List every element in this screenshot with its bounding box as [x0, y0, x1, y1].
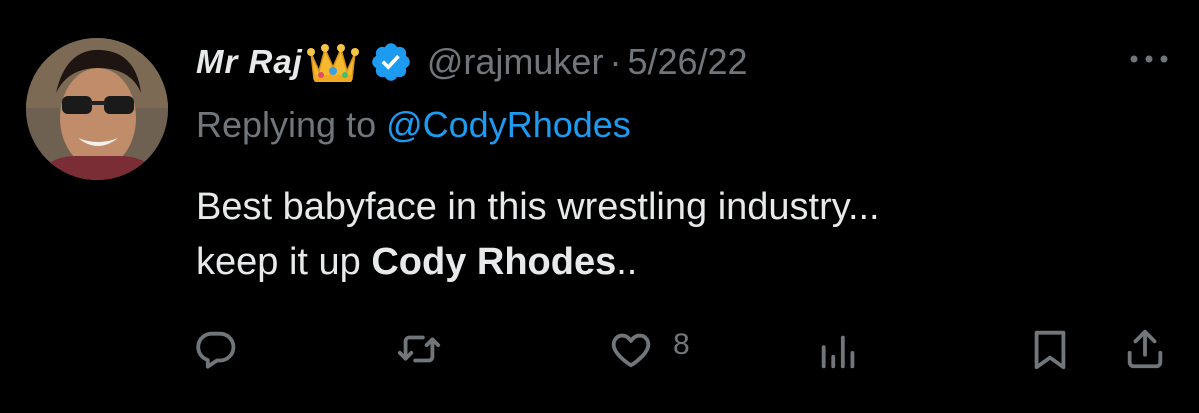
more-options-button[interactable]: [1124, 44, 1174, 74]
replying-to-label: Replying to: [196, 104, 387, 145]
author-handle[interactable]: @rajmuker: [427, 41, 604, 83]
more-icon: [1130, 55, 1168, 63]
heart-icon[interactable]: [608, 326, 654, 372]
avatar-photo: [26, 38, 168, 180]
like-count: 8: [673, 328, 690, 361]
retweet-icon[interactable]: [396, 326, 442, 372]
analytics-icon[interactable]: [816, 328, 862, 374]
separator-dot: ·: [609, 41, 622, 82]
tweet-text-line-2-suffix: ..: [616, 241, 638, 283]
share-icon[interactable]: [1122, 326, 1168, 372]
tweet-text-line-1: Best babyface in this wrestling industry…: [196, 186, 880, 228]
tweet-text-bold-name: Cody Rhodes: [371, 241, 617, 283]
tweet-text-line-2: keep it up Cody Rhodes..: [196, 235, 880, 290]
tweet-text-line-2-prefix: keep it up: [196, 241, 372, 283]
bookmark-icon[interactable]: [1027, 326, 1073, 372]
avatar[interactable]: [26, 38, 168, 180]
replying-to: Replying to @CodyRhodes: [196, 104, 631, 146]
crown-icon: [305, 37, 361, 87]
author-display-name[interactable]: Mr Raj: [196, 43, 303, 81]
tweet-header: Mr Raj @rajmuker · 5/26/22: [196, 34, 748, 90]
reply-icon[interactable]: [193, 326, 239, 372]
tweet-date[interactable]: 5/26/22: [627, 41, 747, 83]
tweet-text: Best babyface in this wrestling industry…: [196, 180, 880, 290]
verified-badge-icon[interactable]: [369, 40, 413, 84]
reply-mention-link[interactable]: @CodyRhodes: [386, 104, 631, 145]
